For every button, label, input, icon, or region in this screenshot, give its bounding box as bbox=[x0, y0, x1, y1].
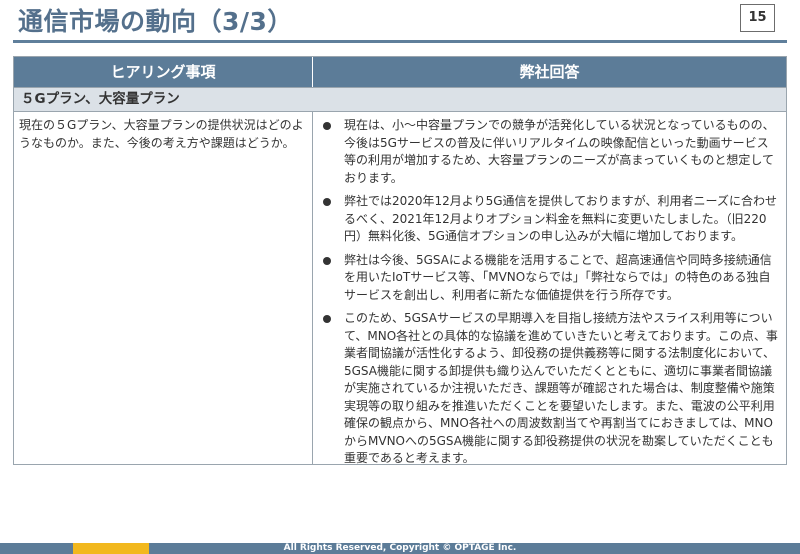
answer-text: このため、5GSAサービスの早期導入を目指し接続方法やスライス利用等について、M… bbox=[344, 311, 778, 465]
question-cell: 現在の５Gプラン、大容量プランの提供状況はどのようなものか。また、今後の考え方や… bbox=[19, 118, 304, 150]
header-hearing-items: ヒアリング事項 bbox=[14, 57, 312, 87]
answer-item: このため、5GSAサービスの早期導入を目指し接続方法やスライス利用等について、M… bbox=[320, 310, 780, 468]
answer-text: 弊社では2020年12月より5G通信を提供しておりますが、利用者ニーズに合わせる… bbox=[344, 194, 777, 243]
answer-item: 弊社では2020年12月より5G通信を提供しておりますが、利用者ニーズに合わせる… bbox=[320, 193, 780, 246]
bullet-icon bbox=[323, 256, 331, 265]
title-underline bbox=[13, 40, 787, 43]
page-number: 15 bbox=[740, 4, 775, 32]
answer-text: 現在は、小～中容量プランでの競争が活発化している状況となっているものの、今後は5… bbox=[344, 118, 775, 185]
bullet-icon bbox=[323, 198, 331, 206]
header-company-answer: 弊社回答 bbox=[313, 57, 786, 87]
hearing-table: ヒアリング事項 弊社回答 ５Gプラン、大容量プラン 現在の５Gプラン、大容量プラ… bbox=[13, 56, 787, 465]
page-title: 通信市場の動向（3/3） bbox=[18, 7, 293, 36]
answer-item: 現在は、小～中容量プランでの競争が活発化している状況となっているものの、今後は5… bbox=[320, 117, 780, 187]
answer-item: 弊社は今後、5GSAによる機能を活用することで、超高速通信や同時多接続通信を用い… bbox=[320, 252, 780, 305]
bullet-icon bbox=[323, 315, 331, 323]
section-row-5g-plan: ５Gプラン、大容量プラン bbox=[14, 87, 786, 112]
column-divider bbox=[312, 112, 313, 464]
bullet-icon bbox=[323, 122, 331, 130]
answer-list: 現在は、小～中容量プランでの競争が活発化している状況となっているものの、今後は5… bbox=[320, 117, 780, 474]
answer-text: 弊社は今後、5GSAによる機能を活用することで、超高速通信や同時多接続通信を用い… bbox=[344, 252, 772, 302]
footer-copyright: All Rights Reserved, Copyright © OPTAGE … bbox=[283, 543, 517, 553]
